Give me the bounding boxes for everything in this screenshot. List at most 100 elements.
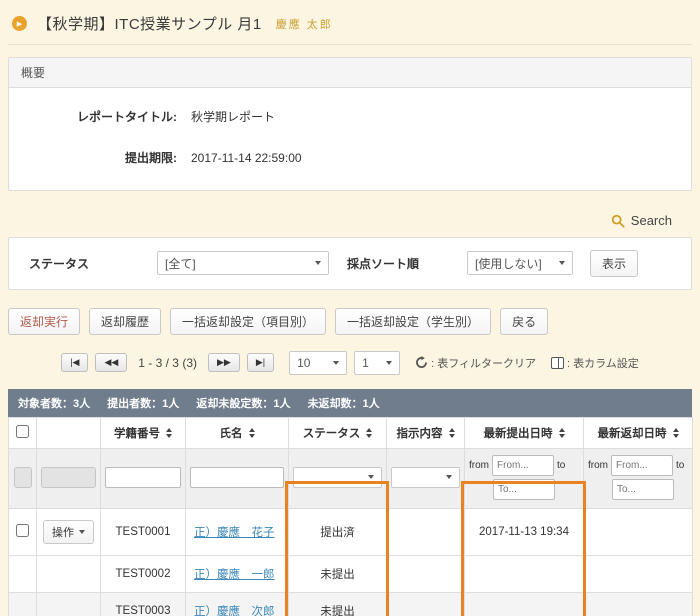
pagination-bar: |◀ ◀◀ 1 - 3 / 3 (3) ▶▶ ▶| 10 1 : 表フィルターク… <box>8 351 692 375</box>
name-header-cell: 氏名 <box>186 417 289 448</box>
select-all-header-cell <box>9 417 37 448</box>
action-header-cell <box>37 417 101 448</box>
table-row: TEST0003 正）慶應 次郎 未提出 <box>9 592 693 616</box>
instruction-header-cell: 指示内容 <box>387 417 465 448</box>
submission-from-input[interactable] <box>492 455 554 476</box>
search-icon <box>611 214 625 228</box>
student-name-link[interactable]: 正）慶應 次郎 <box>194 606 275 616</box>
columns-icon <box>551 357 564 369</box>
chevron-down-icon <box>559 261 565 265</box>
filter-name-cell <box>186 448 289 508</box>
row-action-cell <box>37 555 101 592</box>
filter-placeholder-block <box>41 467 96 488</box>
search-toggle-label: Search <box>631 213 672 228</box>
results-table: 学籍番号 氏名 ステータス 指示内容 <box>8 417 693 616</box>
name-cell: 正）慶應 花子 <box>186 508 289 555</box>
stats-bar: 対象者数：3人 提出者数：1人 返却未設定数：1人 未返却数：1人 <box>8 389 692 417</box>
chevron-down-icon <box>386 361 392 365</box>
filter-placeholder-block <box>14 467 32 488</box>
display-button[interactable]: 表示 <box>590 250 638 277</box>
table-row: 操作 TEST0001 正）慶應 花子 提出済 2017-11-13 19:34 <box>9 508 693 555</box>
sort-icon[interactable] <box>559 428 565 438</box>
student-id-header-cell: 学籍番号 <box>101 417 186 448</box>
search-panel: ステータス [全て] 採点ソート順 [使用しない] 表示 <box>8 237 692 290</box>
next-page-button[interactable]: ▶▶ <box>208 353 240 372</box>
return-from-input[interactable] <box>611 455 673 476</box>
table-filter-row: from to from <box>9 448 693 508</box>
page-header: ▶ 【秋学期】ITC授業サンプル 月1 慶應 太郎 <box>8 0 692 44</box>
page-title: 【秋学期】ITC授業サンプル 月1 <box>37 13 262 34</box>
sort-icon[interactable] <box>249 428 255 438</box>
report-title-row: レポートタイトル: 秋学期レポート <box>9 108 691 125</box>
sort-icon[interactable] <box>366 428 372 438</box>
refresh-icon <box>415 356 428 369</box>
student-name-link[interactable]: 正）慶應 花子 <box>194 527 275 539</box>
page-size-select[interactable]: 10 <box>289 351 347 375</box>
bulk-return-by-student-button[interactable]: 一括返却設定（学生別） <box>335 308 491 335</box>
student-id-filter-input[interactable] <box>105 467 181 488</box>
name-filter-input[interactable] <box>190 467 284 488</box>
page-number-value: 1 <box>362 356 369 370</box>
report-title-label: レポートタイトル: <box>9 108 177 125</box>
teacher-name-link[interactable]: 慶應 太郎 <box>276 16 333 32</box>
chevron-circle-icon: ▶ <box>12 16 27 31</box>
filter-action-cell <box>37 448 101 508</box>
header-divider <box>8 44 692 45</box>
instruction-cell <box>387 592 465 616</box>
student-id-cell: TEST0002 <box>101 555 186 592</box>
instruction-header-label: 指示内容 <box>397 425 443 441</box>
page: ▶ 【秋学期】ITC授業サンプル 月1 慶應 太郎 概要 レポートタイトル: 秋… <box>0 0 700 616</box>
deadline-value: 2017-11-14 22:59:00 <box>191 151 302 165</box>
from-label: from <box>588 460 608 471</box>
sort-icon[interactable] <box>673 428 679 438</box>
return-execute-button[interactable]: 返却実行 <box>8 308 80 335</box>
select-all-checkbox[interactable] <box>16 425 29 438</box>
latest-submission-cell: 2017-11-13 19:34 <box>465 508 584 555</box>
return-history-button[interactable]: 返却履歴 <box>89 308 161 335</box>
deadline-label: 提出期限: <box>9 149 177 166</box>
status-filter-select[interactable]: [全て] <box>157 251 329 275</box>
report-title-value: 秋学期レポート <box>191 108 275 125</box>
row-action-cell <box>37 592 101 616</box>
status-filter-dropdown[interactable] <box>293 467 382 488</box>
latest-return-header-cell: 最新返却日時 <box>584 417 693 448</box>
status-cell: 未提出 <box>289 555 387 592</box>
first-page-button[interactable]: |◀ <box>61 353 88 372</box>
to-label: to <box>557 460 565 471</box>
status-cell: 未提出 <box>289 592 387 616</box>
latest-submission-header-label: 最新提出日時 <box>484 425 553 441</box>
name-cell: 正）慶應 次郎 <box>186 592 289 616</box>
row-checkbox[interactable] <box>16 524 29 537</box>
return-to-input[interactable] <box>612 479 674 500</box>
sort-icon[interactable] <box>166 428 172 438</box>
overview-panel-title: 概要 <box>9 58 691 88</box>
page-size-value: 10 <box>297 356 310 370</box>
from-label: from <box>469 460 489 471</box>
table-column-config-control[interactable]: : 表カラム設定 <box>551 355 639 371</box>
submission-to-input[interactable] <box>493 479 555 500</box>
bulk-return-by-item-button[interactable]: 一括返却設定（項目別） <box>170 308 326 335</box>
search-toggle[interactable]: Search <box>611 213 672 228</box>
page-number-select[interactable]: 1 <box>354 351 400 375</box>
prev-page-button[interactable]: ◀◀ <box>95 353 127 372</box>
sort-icon[interactable] <box>449 428 455 438</box>
row-select-cell <box>9 592 37 616</box>
student-name-link[interactable]: 正）慶應 一郎 <box>194 569 275 581</box>
student-id-header-label: 学籍番号 <box>114 425 160 441</box>
table-filter-clear-control[interactable]: : 表フィルタークリア <box>415 355 536 371</box>
last-page-button[interactable]: ▶| <box>247 353 274 372</box>
filter-checkbox-cell <box>9 448 37 508</box>
instruction-filter-dropdown[interactable] <box>391 467 460 488</box>
score-sort-label: 採点ソート順 <box>347 255 419 272</box>
back-button[interactable]: 戻る <box>500 308 548 335</box>
score-sort-select[interactable]: [使用しない] <box>467 251 573 275</box>
latest-return-header-label: 最新返却日時 <box>598 425 667 441</box>
row-action-cell: 操作 <box>37 508 101 555</box>
table-row: TEST0002 正）慶應 一郎 未提出 <box>9 555 693 592</box>
name-cell: 正）慶應 一郎 <box>186 555 289 592</box>
latest-return-cell <box>584 508 693 555</box>
operation-menu-button[interactable]: 操作 <box>43 520 94 544</box>
instruction-cell <box>387 555 465 592</box>
filter-latest-return-cell: from to <box>584 448 693 508</box>
status-header-label: ステータス <box>303 425 361 441</box>
